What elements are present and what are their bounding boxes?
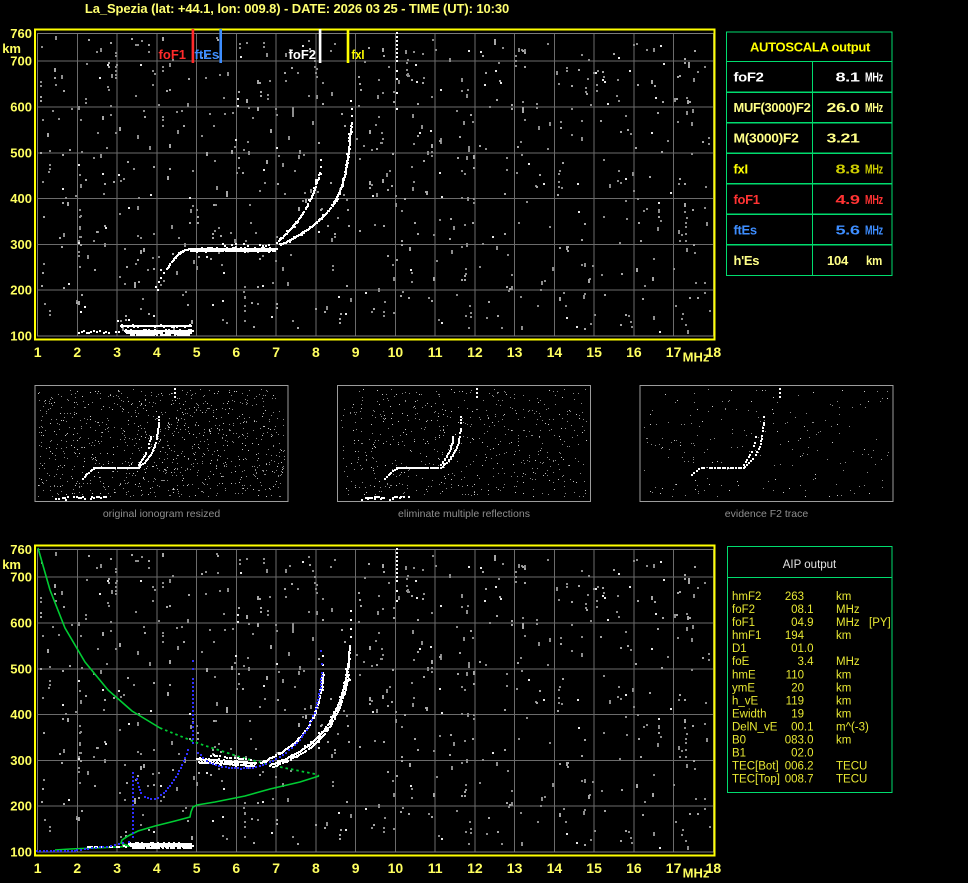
svg-text:km: km xyxy=(836,735,851,747)
svg-text:km: km xyxy=(836,630,851,642)
svg-text:foE: foE xyxy=(732,656,750,668)
svg-text:110: 110 xyxy=(786,669,804,681)
svg-text:3.4: 3.4 xyxy=(798,656,815,668)
svg-text:4.9: 4.9 xyxy=(836,192,860,207)
svg-text:MHz: MHz xyxy=(836,604,860,616)
svg-text:foF2: foF2 xyxy=(289,47,316,62)
svg-text:h_vE: h_vE xyxy=(732,695,759,707)
svg-text:eliminate multiple reflections: eliminate multiple reflections xyxy=(398,508,530,520)
svg-text:MHz: MHz xyxy=(865,100,884,115)
svg-text:MHz: MHz xyxy=(865,161,884,176)
svg-text:original ionogram resized: original ionogram resized xyxy=(103,508,220,520)
svg-text:B0: B0 xyxy=(732,735,746,747)
svg-text:evidence F2 trace: evidence F2 trace xyxy=(725,508,809,520)
svg-text:01.0: 01.0 xyxy=(791,643,813,655)
svg-text:04.9: 04.9 xyxy=(791,617,813,629)
svg-text:D1: D1 xyxy=(732,643,747,655)
svg-text:8.1: 8.1 xyxy=(836,70,860,85)
svg-text:00.1: 00.1 xyxy=(791,722,813,734)
svg-text:MHz: MHz xyxy=(836,656,860,668)
svg-text:hmF2: hmF2 xyxy=(732,591,761,603)
svg-text:hmF1: hmF1 xyxy=(732,630,761,642)
svg-text:B1: B1 xyxy=(732,748,746,760)
svg-text:083.0: 083.0 xyxy=(785,735,814,747)
svg-text:foF1: foF1 xyxy=(734,192,760,207)
svg-text:foF2: foF2 xyxy=(734,70,764,85)
svg-text:km: km xyxy=(836,591,851,603)
svg-text:La_Spezia (lat: +44.1, lon: 00: La_Spezia (lat: +44.1, lon: 009.8) - DAT… xyxy=(85,1,509,16)
svg-text:AUTOSCALA output: AUTOSCALA output xyxy=(750,40,871,55)
svg-text:MHz: MHz xyxy=(865,192,884,207)
svg-text:006.2: 006.2 xyxy=(785,761,814,773)
svg-text:km: km xyxy=(836,709,851,721)
svg-text:19: 19 xyxy=(791,709,804,721)
svg-text:km: km xyxy=(836,669,851,681)
svg-text:fxI: fxI xyxy=(734,161,748,176)
svg-text:MHz: MHz xyxy=(865,70,884,85)
svg-text:26.0: 26.0 xyxy=(827,100,860,115)
svg-text:foF1: foF1 xyxy=(159,47,186,62)
svg-text:08.1: 08.1 xyxy=(791,604,813,616)
svg-text:MHz: MHz xyxy=(865,222,884,237)
svg-text:km: km xyxy=(836,682,851,694)
svg-text:8.8: 8.8 xyxy=(836,161,860,176)
svg-text:MUF(3000)F2: MUF(3000)F2 xyxy=(734,100,811,115)
svg-text:AIP output: AIP output xyxy=(783,559,837,571)
svg-text:TECU: TECU xyxy=(836,761,867,773)
svg-text:[PY]: [PY] xyxy=(869,617,891,629)
svg-text:foF2: foF2 xyxy=(732,604,755,616)
svg-text:fxI: fxI xyxy=(352,47,365,62)
svg-text:DelN_vE: DelN_vE xyxy=(732,722,778,734)
svg-text:km: km xyxy=(866,253,882,268)
svg-text:ymE: ymE xyxy=(732,682,755,694)
svg-text:TECU: TECU xyxy=(836,774,867,786)
svg-text:foF1: foF1 xyxy=(732,617,755,629)
svg-text:02.0: 02.0 xyxy=(791,748,813,760)
svg-text:Ewidth: Ewidth xyxy=(732,709,767,721)
svg-text:119: 119 xyxy=(786,695,804,707)
svg-text:ftEs: ftEs xyxy=(734,222,757,237)
svg-text:20: 20 xyxy=(791,682,804,694)
svg-text:3.21: 3.21 xyxy=(827,131,860,146)
svg-text:TEC[Top]: TEC[Top] xyxy=(732,774,780,786)
svg-text:5.6: 5.6 xyxy=(836,222,860,237)
svg-text:MHz: MHz xyxy=(836,617,860,629)
svg-text:194: 194 xyxy=(785,630,805,642)
svg-text:104: 104 xyxy=(827,253,849,268)
svg-text:h'Es: h'Es xyxy=(734,253,760,268)
svg-text:008.7: 008.7 xyxy=(785,774,814,786)
svg-text:km: km xyxy=(836,695,851,707)
svg-text:TEC[Bot]: TEC[Bot] xyxy=(732,761,779,773)
svg-text:m^(-3): m^(-3) xyxy=(836,722,869,734)
svg-text:M(3000)F2: M(3000)F2 xyxy=(734,131,799,146)
svg-text:ftEs: ftEs xyxy=(195,47,220,62)
svg-text:hmE: hmE xyxy=(732,669,756,681)
svg-text:263: 263 xyxy=(785,591,804,603)
